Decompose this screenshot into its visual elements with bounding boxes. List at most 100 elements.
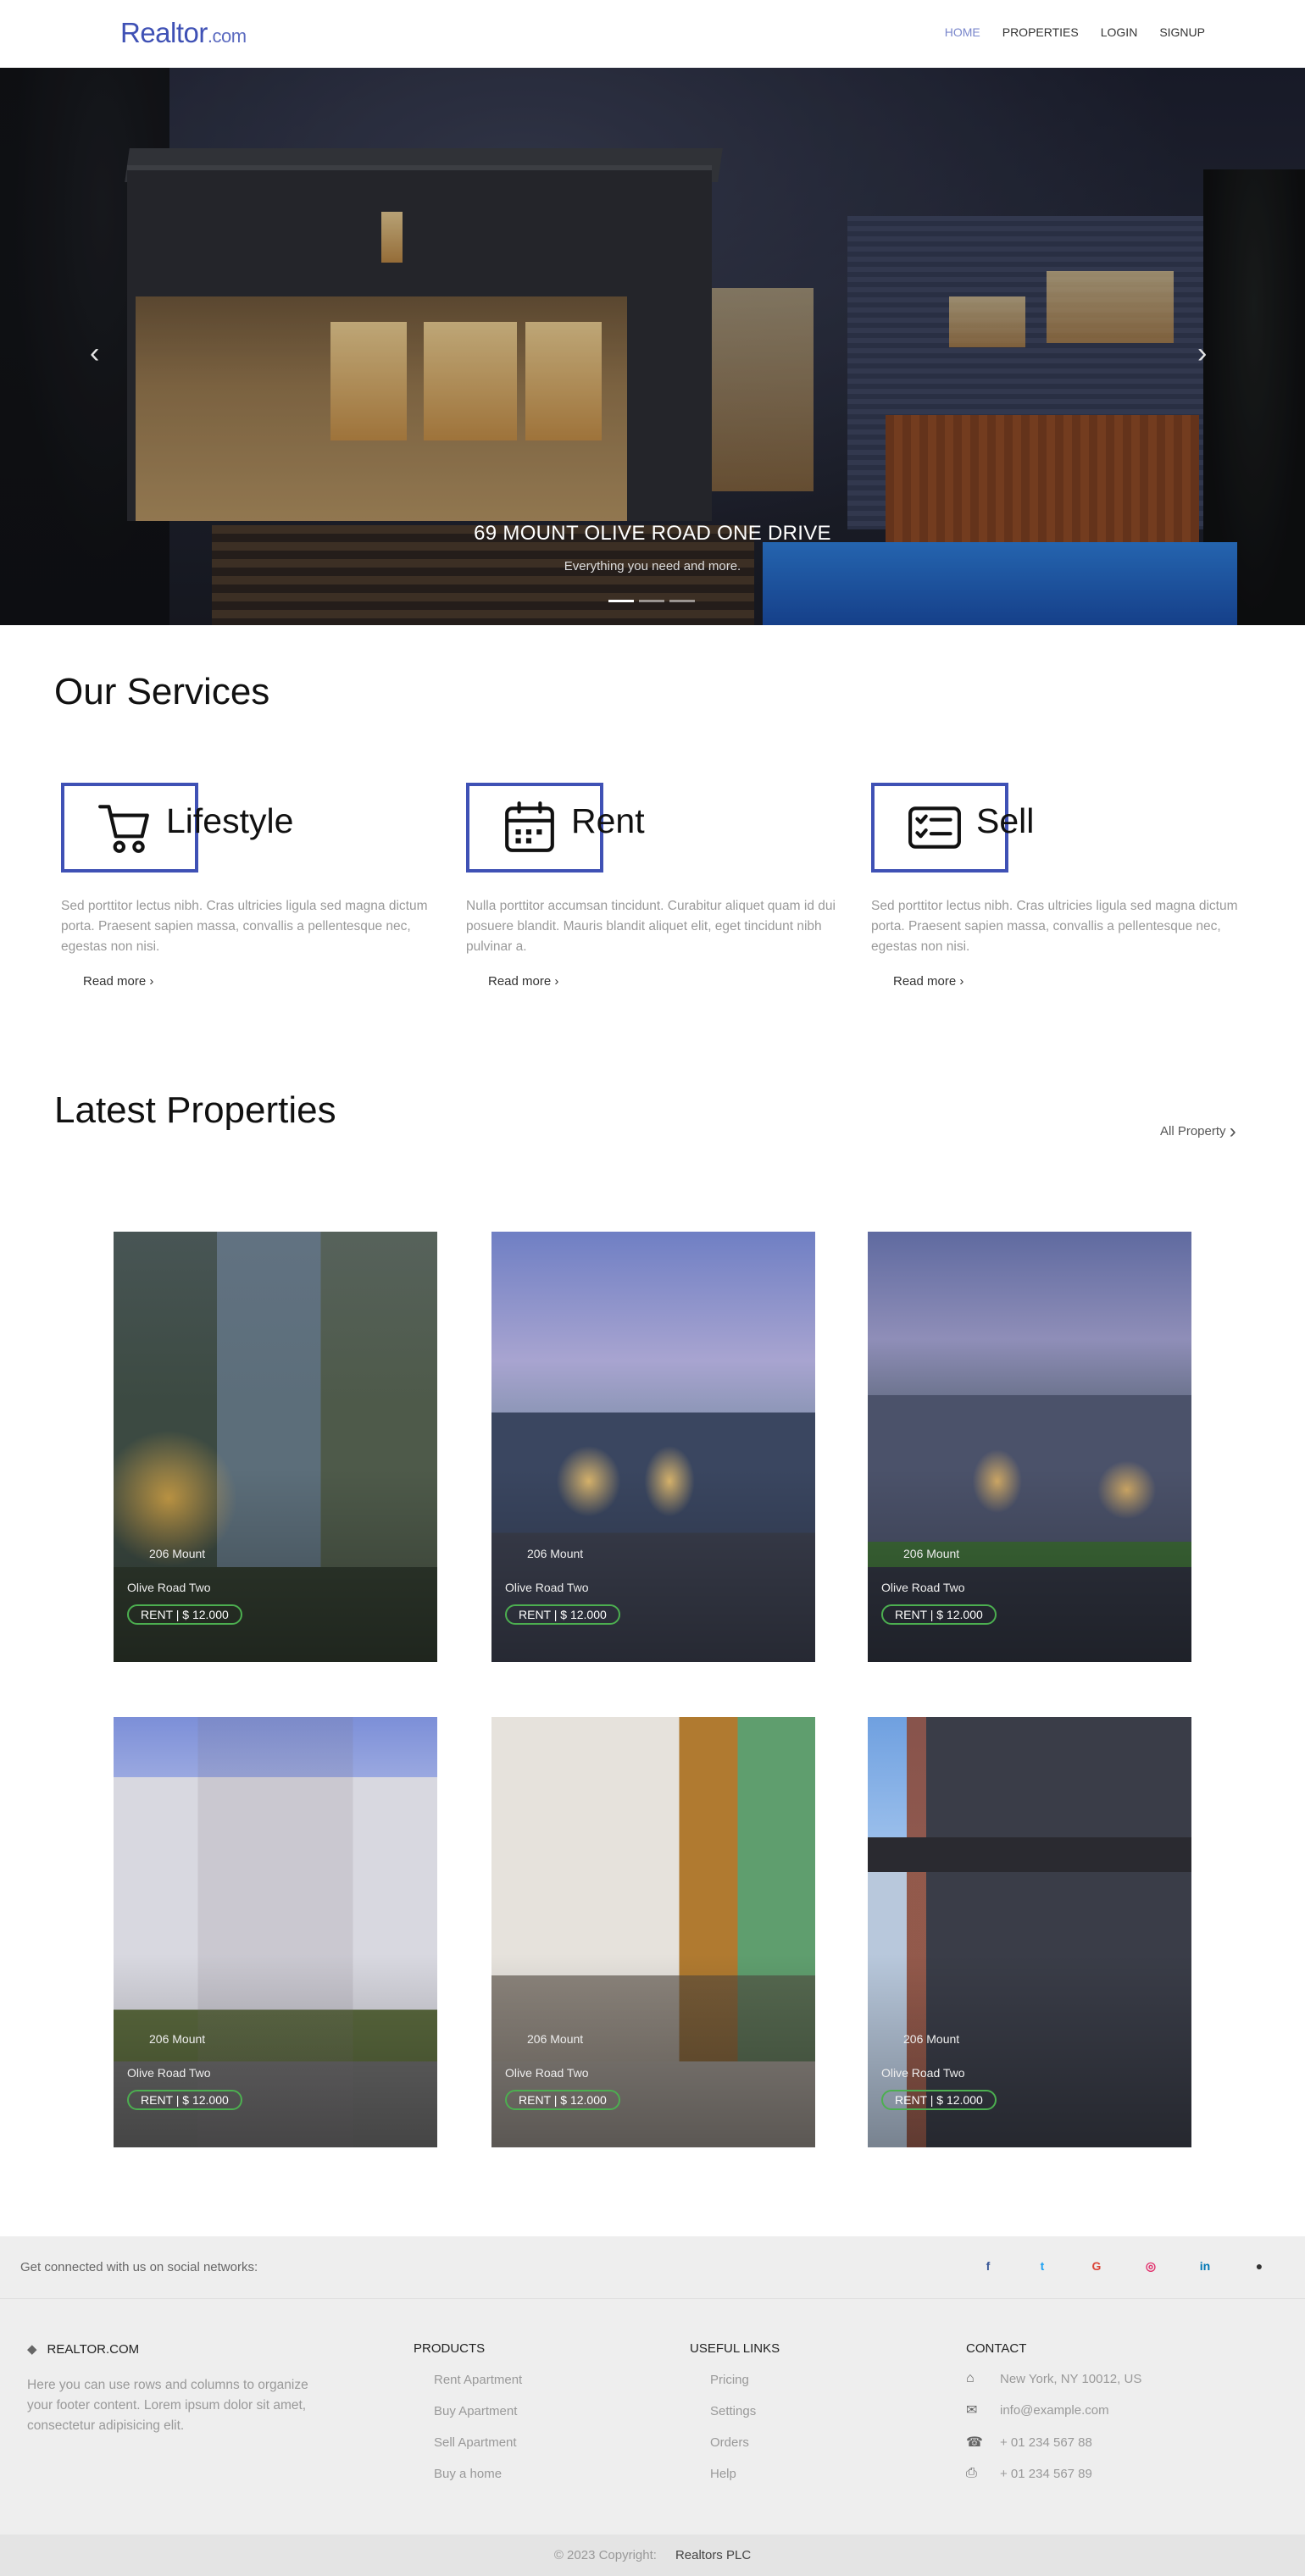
service-description: Sed porttitor lectus nibh. Cras ultricie… — [61, 899, 428, 954]
phone-icon: ☎ — [966, 2435, 983, 2450]
github-icon[interactable]: ● — [1248, 2255, 1270, 2277]
footer-link[interactable]: Help — [710, 2467, 780, 2481]
properties-title: Latest Properties — [54, 1089, 336, 1131]
hero-carousel: ‹ › 69 MOUNT OLIVE ROAD ONE DRIVE Everyt… — [0, 68, 1305, 625]
footer-link[interactable]: Buy Apartment — [434, 2404, 522, 2418]
nav-properties[interactable]: PROPERTIES — [1002, 25, 1079, 39]
footer-about-text: Here you can use rows and columns to org… — [27, 2378, 308, 2433]
all-property-link[interactable]: All Property › — [1160, 1120, 1236, 1144]
property-address-line2: Olive Road Two — [127, 2066, 211, 2080]
calendar-icon — [505, 801, 554, 852]
twitter-icon[interactable]: t — [1031, 2255, 1053, 2277]
chevron-right-icon: › — [1229, 1120, 1236, 1143]
copyright-brand-link[interactable]: Realtors PLC — [675, 2548, 751, 2562]
nav-menu: HOME PROPERTIES LOGIN SIGNUP — [945, 25, 1205, 39]
footer-link[interactable]: Pricing — [710, 2373, 780, 2387]
service-card: Lifestyle Sed porttitor lectus nibh. Cra… — [61, 783, 434, 989]
footer-link[interactable]: Rent Apartment — [434, 2373, 522, 2387]
property-card[interactable]: 206 Mount Olive Road Two RENT | $ 12.000 — [114, 1717, 437, 2147]
cart-icon — [98, 805, 149, 853]
carousel-indicators — [608, 600, 695, 602]
gem-icon: ◆ — [27, 2342, 37, 2357]
printer-icon: ⎙ — [966, 2466, 977, 2480]
hero-subtitle: Everything you need and more. — [564, 559, 741, 573]
footer-products: PRODUCTS Rent Apartment Buy Apartment Se… — [414, 2341, 522, 2481]
footer-link[interactable]: Orders — [710, 2435, 780, 2450]
chevron-right-icon: › — [149, 974, 154, 989]
read-more-link[interactable]: Read more › — [488, 974, 839, 989]
copyright-bar: © 2023 Copyright: Realtors PLC — [0, 2534, 1305, 2576]
footer-about: ◆ REALTOR.COM Here you can use rows and c… — [27, 2341, 324, 2436]
navbar: Realtor.com HOME PROPERTIES LOGIN SIGNUP — [0, 0, 1305, 68]
read-more-link[interactable]: Read more › — [893, 974, 1244, 989]
social-text: Get connected with us on social networks… — [20, 2260, 258, 2274]
indicator-3[interactable] — [669, 600, 695, 602]
price-badge: RENT | $ 12.000 — [505, 1604, 620, 1625]
service-card: Rent Nulla porttitor accumsan tincidunt.… — [466, 783, 839, 989]
facebook-icon[interactable]: f — [977, 2255, 999, 2277]
chevron-right-icon: › — [959, 974, 964, 989]
nav-home[interactable]: HOME — [945, 25, 980, 39]
footer-link[interactable]: Settings — [710, 2404, 780, 2418]
hero-title: 69 MOUNT OLIVE ROAD ONE DRIVE — [474, 522, 831, 545]
footer-heading: PRODUCTS — [414, 2341, 486, 2356]
price-badge: RENT | $ 12.000 — [881, 2090, 997, 2110]
indicator-1[interactable] — [608, 600, 634, 602]
contact-address: New York, NY 10012, US — [1000, 2371, 1142, 2386]
property-address-line2: Olive Road Two — [505, 2066, 589, 2080]
contact-fax: + 01 234 567 89 — [1000, 2466, 1092, 2481]
property-card[interactable]: 206 Mount Olive Road Two RENT | $ 12.000 — [868, 1717, 1191, 2147]
property-address-line1: 206 Mount — [527, 1547, 584, 1560]
social-icons: f t G ◎ in ● — [977, 2255, 1270, 2277]
property-address-line2: Olive Road Two — [881, 1581, 965, 1594]
property-card[interactable]: 206 Mount Olive Road Two RENT | $ 12.000 — [491, 1717, 815, 2147]
logo[interactable]: Realtor.com — [120, 17, 247, 49]
social-bar: Get connected with us on social networks… — [0, 2236, 1305, 2299]
price-badge: RENT | $ 12.000 — [505, 2090, 620, 2110]
copyright-text: © 2023 Copyright: — [553, 2548, 657, 2562]
instagram-icon[interactable]: ◎ — [1140, 2255, 1162, 2277]
service-card: Sell Sed porttitor lectus nibh. Cras ult… — [871, 783, 1244, 989]
property-address-line1: 206 Mount — [527, 2032, 584, 2046]
property-address-line1: 206 Mount — [903, 1547, 960, 1560]
chevron-right-icon: › — [554, 974, 559, 989]
linkedin-icon[interactable]: in — [1194, 2255, 1216, 2277]
chevron-right-icon[interactable]: › — [1197, 337, 1207, 370]
price-badge: RENT | $ 12.000 — [127, 2090, 242, 2110]
property-card[interactable]: 206 Mount Olive Road Two RENT | $ 12.000 — [491, 1232, 815, 1662]
home-icon: ⌂ — [966, 2371, 975, 2385]
price-badge: RENT | $ 12.000 — [881, 1604, 997, 1625]
property-address-line2: Olive Road Two — [505, 1581, 589, 1594]
checklist-icon — [908, 806, 961, 849]
services-title: Our Services — [54, 671, 270, 712]
page: { "header": { "logo_main": "Realtor", "l… — [0, 0, 1305, 2576]
footer: ◆ REALTOR.COM Here you can use rows and c… — [0, 2299, 1305, 2534]
footer-contact: CONTACT ⌂ New York, NY 10012, US ✉ info@ex… — [966, 2341, 1141, 2481]
property-address-line2: Olive Road Two — [127, 1581, 211, 1594]
service-name: Sell — [976, 801, 1035, 840]
envelope-icon: ✉ — [966, 2403, 978, 2418]
service-name: Rent — [571, 801, 645, 840]
property-address-line1: 206 Mount — [149, 1547, 206, 1560]
contact-email[interactable]: info@example.com — [1000, 2403, 1109, 2418]
chevron-left-icon[interactable]: ‹ — [90, 337, 99, 370]
indicator-2[interactable] — [639, 600, 664, 602]
nav-signup[interactable]: SIGNUP — [1159, 25, 1205, 39]
footer-brand: REALTOR.COM — [47, 2342, 140, 2357]
property-card[interactable]: 206 Mount Olive Road Two RENT | $ 12.000 — [868, 1232, 1191, 1662]
footer-useful-links: USEFUL LINKS Pricing Settings Orders Hel… — [690, 2341, 780, 2481]
service-description: Nulla porttitor accumsan tincidunt. Cura… — [466, 899, 836, 954]
footer-link[interactable]: Sell Apartment — [434, 2435, 522, 2450]
service-description: Sed porttitor lectus nibh. Cras ultricie… — [871, 899, 1238, 954]
footer-link[interactable]: Buy a home — [434, 2467, 522, 2481]
property-card[interactable]: 206 Mount Olive Road Two RENT | $ 12.000 — [114, 1232, 437, 1662]
footer-heading: CONTACT — [966, 2341, 1027, 2356]
property-address-line1: 206 Mount — [903, 2032, 960, 2046]
price-badge: RENT | $ 12.000 — [127, 1604, 242, 1625]
footer-heading: USEFUL LINKS — [690, 2341, 780, 2356]
contact-phone: + 01 234 567 88 — [1000, 2435, 1092, 2450]
nav-login[interactable]: LOGIN — [1101, 25, 1138, 39]
property-address-line1: 206 Mount — [149, 2032, 206, 2046]
read-more-link[interactable]: Read more › — [83, 974, 434, 989]
google-icon[interactable]: G — [1086, 2255, 1108, 2277]
